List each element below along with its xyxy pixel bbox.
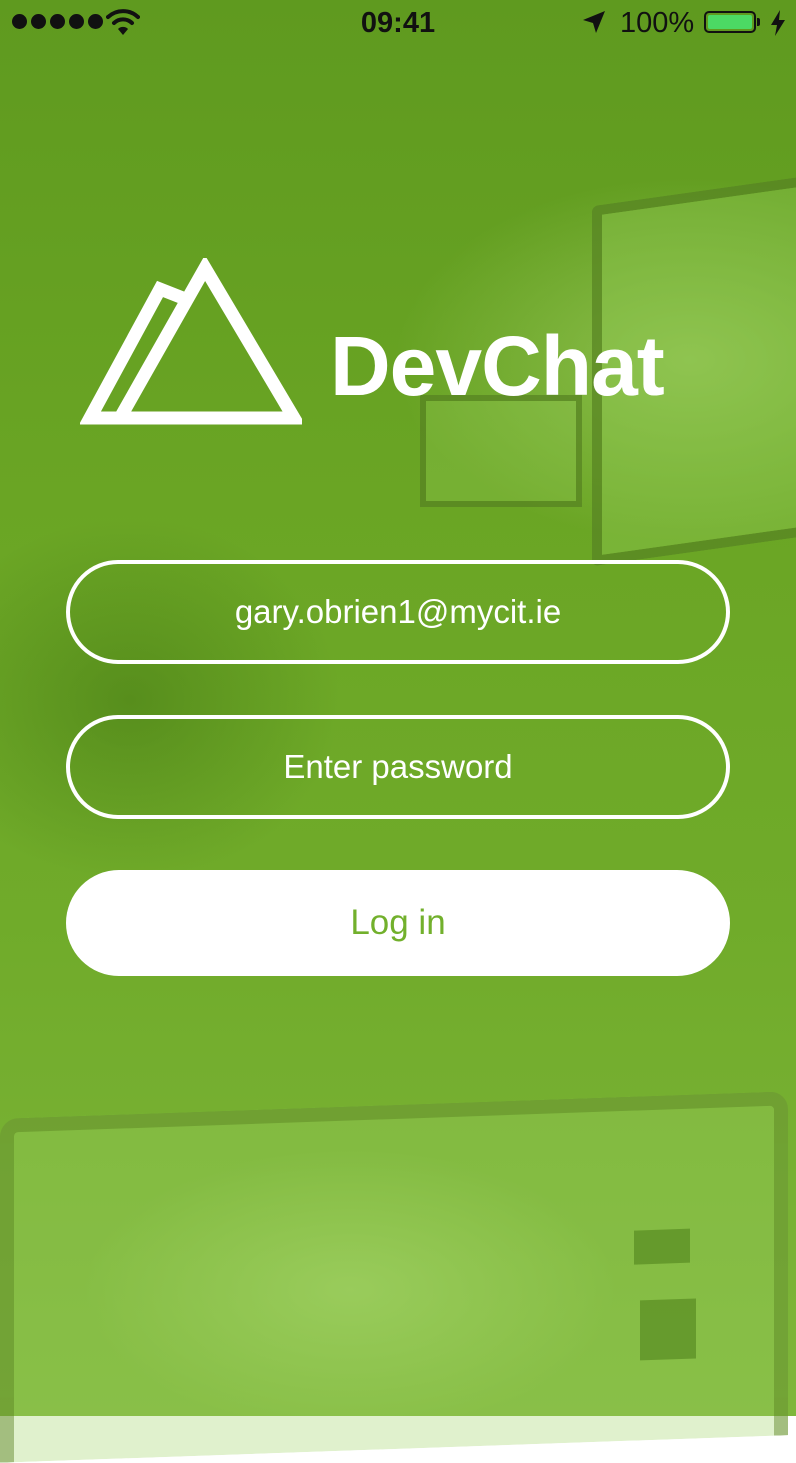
location-arrow-icon [583,11,605,33]
app-title: DevChat [330,319,665,413]
charging-bolt-icon [771,10,785,36]
battery-percent: 100% [620,7,695,39]
background-laptop-foreground [0,1091,788,1463]
battery-icon [704,11,760,33]
mountain-logo-icon [80,258,302,425]
background-thumbnail [640,1298,696,1361]
email-field[interactable] [66,560,730,664]
login-button[interactable]: Log in [66,870,730,976]
background-photo [0,0,796,1463]
status-bar: 09:41 100% [0,0,796,46]
background-thumbnail [634,1228,690,1265]
password-field[interactable] [66,715,730,819]
